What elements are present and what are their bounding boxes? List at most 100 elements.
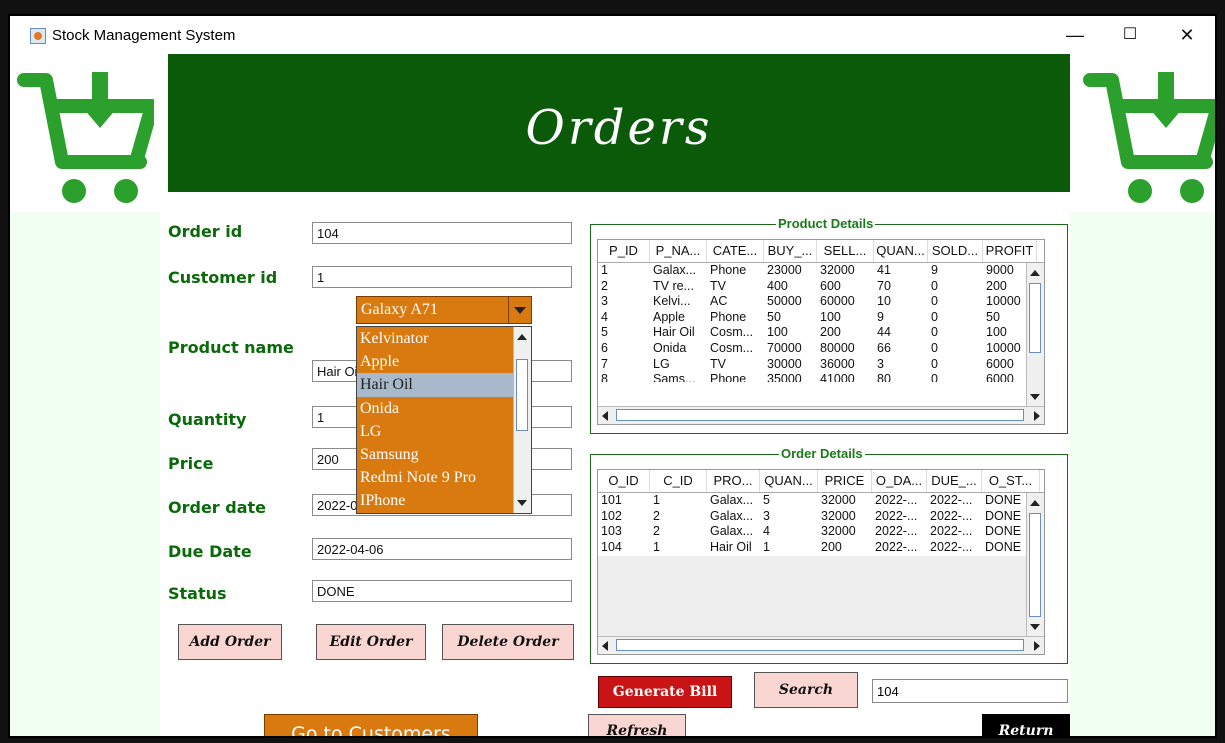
- order-table-header: O_ID C_ID PRO... QUAN... PRICE O_DA... D…: [598, 470, 1044, 493]
- chevron-down-icon[interactable]: [508, 297, 531, 323]
- table-cell: 2022-...: [930, 508, 973, 523]
- column-header[interactable]: DUE_...: [927, 470, 982, 492]
- scrollbar-thumb[interactable]: [1029, 513, 1041, 617]
- dropdown-option[interactable]: Samsung: [357, 443, 515, 466]
- dropdown-option[interactable]: IPhone: [357, 489, 515, 512]
- table-row[interactable]: 102 2 Galax... 3 32000 2022-... 2022-... DONE: [598, 509, 1028, 525]
- column-header[interactable]: SOLD...: [928, 240, 983, 262]
- table-cell: 6: [601, 340, 608, 355]
- table-row[interactable]: 8 Sams... Phone 35000 41000 80 0 6000: [598, 372, 1028, 382]
- order-id-label: Order id: [168, 222, 243, 241]
- product-table-body: 1 Galax... Phone 23000 32000 41 9 9000 2 TV re..…: [598, 263, 1028, 382]
- column-header[interactable]: PRO...: [707, 470, 760, 492]
- table-row[interactable]: 104 1 Hair Oil 1 200 2022-... 2022-... DONE: [598, 540, 1028, 556]
- add-order-button[interactable]: Add Order: [178, 624, 282, 660]
- dropdown-option[interactable]: Kelvinator: [357, 327, 515, 350]
- table-row[interactable]: 7 LG TV 30000 36000 3 0 6000: [598, 357, 1028, 373]
- table-cell: 10000: [986, 340, 1021, 355]
- column-header[interactable]: P_NA...: [650, 240, 707, 262]
- column-header[interactable]: O_DA...: [872, 470, 927, 492]
- order-table[interactable]: O_ID C_ID PRO... QUAN... PRICE O_DA... D…: [597, 469, 1045, 655]
- customer-id-label: Customer id: [168, 268, 278, 287]
- column-header[interactable]: SELL...: [817, 240, 874, 262]
- table-cell: 100: [767, 325, 788, 340]
- product-table-hscrollbar[interactable]: [598, 406, 1044, 424]
- column-header[interactable]: O_ST...: [982, 470, 1040, 492]
- table-row[interactable]: 103 2 Galax... 4 32000 2022-... 2022-... DONE: [598, 524, 1028, 540]
- table-row[interactable]: 5 Hair Oil Cosm... 100 200 44 0 100: [598, 325, 1028, 341]
- product-table[interactable]: P_ID P_NA... CATE... BUY_... SELL... QUA…: [597, 239, 1045, 425]
- generate-bill-button[interactable]: Generate Bill: [598, 676, 732, 708]
- table-row[interactable]: 6 Onida Cosm... 70000 80000 66 0 10000: [598, 341, 1028, 357]
- table-row[interactable]: 1 Galax... Phone 23000 32000 41 9 9000: [598, 263, 1028, 279]
- dropdown-option[interactable]: Apple: [357, 350, 515, 373]
- table-cell: 4: [763, 524, 770, 539]
- column-header[interactable]: PRICE: [818, 470, 872, 492]
- maximize-button[interactable]: ☐: [1110, 22, 1150, 48]
- table-cell: Galax...: [653, 263, 697, 277]
- table-cell: 9: [877, 309, 884, 324]
- product-dropdown-list[interactable]: Kelvinator Apple Hair Oil Onida LG Samsu…: [356, 326, 532, 514]
- scrollbar-thumb[interactable]: [616, 639, 1024, 651]
- table-cell: 0: [931, 294, 938, 309]
- return-button[interactable]: Return: [982, 714, 1070, 736]
- status-field[interactable]: DONE: [312, 580, 572, 602]
- scrollbar-thumb[interactable]: [516, 359, 528, 431]
- refresh-button[interactable]: Refresh: [588, 714, 686, 736]
- table-row[interactable]: 101 1 Galax... 5 32000 2022-... 2022-... DONE: [598, 493, 1028, 509]
- table-cell: 23000: [767, 263, 802, 277]
- column-header[interactable]: BUY_...: [764, 240, 817, 262]
- column-header[interactable]: C_ID: [650, 470, 707, 492]
- close-button[interactable]: ✕: [1167, 22, 1207, 48]
- order-table-hscrollbar[interactable]: [598, 636, 1044, 654]
- table-cell: 103: [601, 524, 622, 539]
- header-banner: Orders: [168, 54, 1070, 192]
- scrollbar-thumb[interactable]: [616, 409, 1024, 421]
- table-cell: 0: [931, 309, 938, 324]
- delete-order-button[interactable]: Delete Order: [442, 624, 574, 660]
- table-cell: 32000: [820, 263, 855, 277]
- scroll-up-icon[interactable]: [514, 329, 530, 345]
- table-row[interactable]: 4 Apple Phone 50 100 9 0 50: [598, 310, 1028, 326]
- scrollbar-thumb[interactable]: [1029, 283, 1041, 353]
- product-combobox[interactable]: Galaxy A71: [356, 296, 532, 324]
- scroll-down-icon[interactable]: [1027, 389, 1043, 405]
- go-to-customers-button[interactable]: Go to Customers: [264, 714, 478, 736]
- order-date-label: Order date: [168, 498, 267, 517]
- dropdown-option[interactable]: Onida: [357, 397, 515, 420]
- due-date-field[interactable]: 2022-04-06: [312, 538, 572, 560]
- table-cell: 36000: [820, 356, 855, 371]
- dropdown-scrollbar[interactable]: [513, 327, 531, 513]
- column-header[interactable]: QUAN...: [874, 240, 928, 262]
- column-header[interactable]: PROFIT: [983, 240, 1037, 262]
- order-table-body: 101 1 Galax... 5 32000 2022-... 2022-... DONE 1…: [598, 493, 1028, 555]
- dropdown-option-highlighted[interactable]: Hair Oil: [357, 373, 515, 397]
- scroll-down-icon[interactable]: [1027, 619, 1043, 635]
- table-cell: 104: [601, 539, 622, 554]
- minimize-button[interactable]: —: [1055, 22, 1095, 48]
- product-table-vscrollbar[interactable]: [1026, 263, 1044, 407]
- table-cell: 200: [821, 539, 842, 554]
- table-cell: 0: [931, 372, 938, 383]
- table-cell: DONE: [985, 493, 1022, 507]
- column-header[interactable]: P_ID: [598, 240, 650, 262]
- table-cell: 6000: [986, 356, 1014, 371]
- search-button[interactable]: Search: [754, 672, 858, 708]
- column-header[interactable]: QUAN...: [760, 470, 818, 492]
- scroll-up-icon[interactable]: [1027, 495, 1043, 511]
- table-row[interactable]: 3 Kelvi... AC 50000 60000 10 0 10000: [598, 294, 1028, 310]
- order-table-vscrollbar[interactable]: [1026, 493, 1044, 637]
- column-header[interactable]: CATE...: [707, 240, 764, 262]
- table-cell: 5: [763, 493, 770, 507]
- scroll-down-icon[interactable]: [514, 495, 530, 511]
- edit-order-button[interactable]: Edit Order: [316, 624, 426, 660]
- column-header[interactable]: O_ID: [598, 470, 650, 492]
- search-input[interactable]: 104: [872, 679, 1068, 703]
- java-app-icon: [30, 28, 46, 44]
- scroll-up-icon[interactable]: [1027, 265, 1043, 281]
- dropdown-option[interactable]: Redmi Note 9 Pro: [357, 466, 515, 489]
- customer-id-field[interactable]: 1: [312, 266, 572, 288]
- dropdown-option[interactable]: LG: [357, 420, 515, 443]
- order-id-field[interactable]: 104: [312, 222, 572, 244]
- table-row[interactable]: 2 TV re... TV 400 600 70 0 200: [598, 279, 1028, 295]
